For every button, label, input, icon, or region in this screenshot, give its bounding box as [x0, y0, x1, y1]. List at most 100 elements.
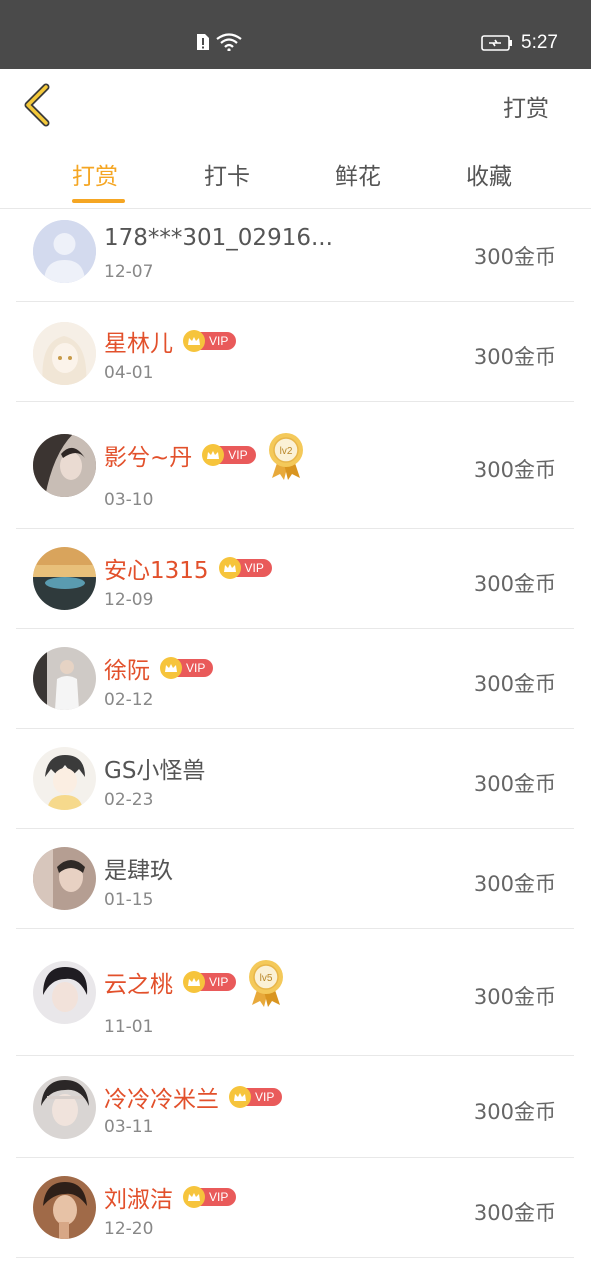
name-line: 刘淑洁 VIP: [104, 1180, 237, 1214]
user-name: 影兮~丹: [104, 445, 193, 471]
avatar-portrait-icon: [33, 961, 96, 1024]
reward-action-button[interactable]: 打赏: [503, 89, 549, 123]
crown-icon: [183, 330, 205, 352]
vip-badge: VIP: [202, 444, 256, 466]
avatar: [33, 434, 96, 497]
reward-amount: 300金币: [473, 572, 556, 596]
svg-text:lv5: lv5: [260, 973, 273, 984]
nav-header: 打赏: [0, 69, 591, 139]
tab-bar: 打赏 打卡 鲜花 收藏: [0, 139, 591, 209]
crown-icon: [160, 657, 182, 679]
tab-flowers[interactable]: 鲜花: [335, 157, 381, 191]
vip-badge: VIP: [229, 1086, 283, 1108]
sim-alert-icon: [197, 34, 209, 50]
user-name: GS小怪兽: [104, 758, 206, 784]
crown-icon: [229, 1086, 251, 1108]
name-line: 影兮~丹 VIP lv2: [104, 430, 306, 480]
reward-row[interactable]: GS小怪兽 02-23 300金币: [16, 729, 574, 829]
crown-icon: [183, 1186, 205, 1208]
avatar: [33, 547, 96, 610]
avatar-anime-girl-icon: [33, 322, 96, 385]
avatar: [33, 747, 96, 810]
reward-amount: 300金币: [473, 772, 556, 796]
avatar: [33, 1076, 96, 1139]
reward-row[interactable]: 安心1315 VIP 12-09 300金币: [16, 529, 574, 629]
level-medal-icon: lv2: [268, 433, 303, 480]
name-line: 是肆玖: [104, 851, 173, 885]
user-name: 安心1315: [104, 558, 209, 584]
default-avatar-icon: [33, 220, 96, 283]
avatar-default: [33, 220, 96, 283]
svg-text:lv2: lv2: [279, 446, 292, 457]
name-line: 178***301_02916...: [104, 225, 333, 251]
tab-checkin[interactable]: 打卡: [204, 157, 250, 191]
avatar-portrait-icon: [33, 1076, 96, 1139]
reward-row[interactable]: 178***301_02916... 12-07 300金币: [16, 209, 574, 302]
reward-amount: 300金币: [473, 345, 556, 369]
name-line: 徐阮 VIP: [104, 651, 214, 685]
reward-date: 11-01: [104, 1017, 154, 1037]
reward-row[interactable]: 冷冷冷米兰 VIP 03-11 300金币: [16, 1056, 574, 1158]
vip-badge: VIP: [183, 971, 237, 993]
reward-row[interactable]: 刘淑洁 VIP 12-20 300金币: [16, 1158, 574, 1258]
avatar: [33, 961, 96, 1024]
reward-date: 12-09: [104, 590, 154, 610]
vip-badge: VIP: [160, 657, 214, 679]
reward-date: 03-10: [104, 490, 154, 510]
reward-amount: 300金币: [473, 245, 556, 269]
reward-date: 02-23: [104, 790, 154, 810]
reward-date: 03-11: [104, 1117, 154, 1137]
user-name: 178***301_02916...: [104, 225, 333, 251]
reward-row[interactable]: 星林儿 VIP 04-01 300金币: [16, 302, 574, 402]
user-name: 云之桃: [104, 972, 173, 998]
avatar: [33, 647, 96, 710]
name-line: 云之桃 VIP lv5: [104, 957, 286, 1007]
avatar-photo-icon: [33, 847, 96, 910]
wifi-icon: [216, 33, 242, 51]
reward-row[interactable]: 是肆玖 01-15 300金币: [16, 829, 574, 929]
vip-badge: VIP: [183, 1186, 237, 1208]
reward-date: 12-20: [104, 1219, 154, 1239]
avatar: [33, 1176, 96, 1239]
reward-row[interactable]: 云之桃 VIP lv5 11-01 300金币: [16, 929, 574, 1056]
tab-reward[interactable]: 打赏: [72, 157, 118, 191]
reward-date: 02-12: [104, 690, 154, 710]
crown-icon: [218, 557, 241, 579]
vip-badge: VIP: [218, 557, 272, 579]
tab-favorites[interactable]: 收藏: [466, 157, 512, 191]
battery-charging-icon: [481, 35, 513, 51]
status-right: 5:27: [481, 32, 558, 54]
avatar-portrait-icon: [33, 434, 96, 497]
reward-amount: 300金币: [473, 985, 556, 1009]
reward-amount: 300金币: [473, 458, 556, 482]
status-bar: 5:27: [0, 0, 591, 69]
reward-amount: 300金币: [473, 1201, 556, 1225]
name-line: 星林儿 VIP: [104, 324, 237, 358]
status-icons: [196, 33, 242, 51]
avatar: [33, 847, 96, 910]
status-time: 5:27: [521, 32, 558, 53]
reward-amount: 300金币: [473, 1100, 556, 1124]
tab-active-indicator: [72, 199, 125, 203]
avatar-landscape-icon: [33, 547, 96, 610]
reward-amount: 300金币: [473, 672, 556, 696]
back-button[interactable]: [20, 83, 60, 127]
reward-row[interactable]: 影兮~丹 VIP lv2 03-10 300金币: [16, 402, 574, 529]
avatar-portrait-icon: [33, 1176, 96, 1239]
reward-date: 12-07: [104, 262, 154, 282]
crown-icon: [183, 971, 205, 993]
avatar: [33, 322, 96, 385]
vip-badge: VIP: [183, 330, 237, 352]
reward-date: 04-01: [104, 363, 154, 383]
reward-row[interactable]: 徐阮 VIP 02-12 300金币: [16, 629, 574, 729]
reward-amount: 300金币: [473, 872, 556, 896]
avatar-anime-boy-icon: [33, 747, 96, 810]
name-line: GS小怪兽: [104, 751, 205, 785]
avatar-person-icon: [33, 647, 96, 710]
user-name: 星林儿: [104, 331, 173, 357]
user-name: 冷冷冷米兰: [104, 1087, 219, 1113]
reward-date: 01-15: [104, 890, 154, 910]
user-name: 徐阮: [104, 658, 150, 684]
user-name: 刘淑洁: [104, 1187, 173, 1213]
level-medal-icon: lv5: [249, 960, 284, 1007]
